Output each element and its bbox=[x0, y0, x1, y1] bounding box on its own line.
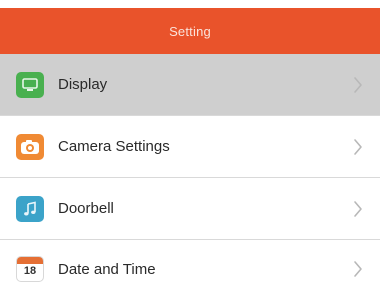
calendar-icon: 18 bbox=[16, 256, 44, 282]
top-edge bbox=[0, 0, 380, 8]
settings-item-date-time[interactable]: 18 Date and Time bbox=[0, 240, 380, 291]
chevron-right-icon bbox=[354, 138, 362, 155]
settings-item-label: Camera Settings bbox=[58, 138, 170, 155]
camera-icon bbox=[16, 133, 44, 160]
settings-item-doorbell[interactable]: Doorbell bbox=[0, 178, 380, 240]
chevron-right-icon bbox=[354, 261, 362, 277]
chevron-right-icon bbox=[354, 76, 362, 93]
settings-item-label: Display bbox=[58, 76, 108, 93]
settings-item-camera[interactable]: Camera Settings bbox=[0, 116, 380, 178]
settings-item-label: Date and Time bbox=[58, 260, 156, 278]
calendar-day-text: 18 bbox=[23, 265, 37, 277]
display-icon bbox=[16, 71, 44, 98]
header-bar: Setting bbox=[0, 8, 380, 54]
page-title: Setting bbox=[169, 23, 211, 39]
music-note-icon bbox=[16, 195, 44, 222]
chevron-right-icon bbox=[354, 200, 362, 217]
settings-list: Display Camera Settings Doorbell 18 Date… bbox=[0, 54, 380, 291]
settings-item-display[interactable]: Display bbox=[0, 54, 380, 116]
settings-screen: Setting Display Camera Settings Doorbell… bbox=[0, 0, 380, 291]
calendar-header bbox=[17, 257, 43, 264]
settings-item-label: Doorbell bbox=[58, 200, 114, 217]
